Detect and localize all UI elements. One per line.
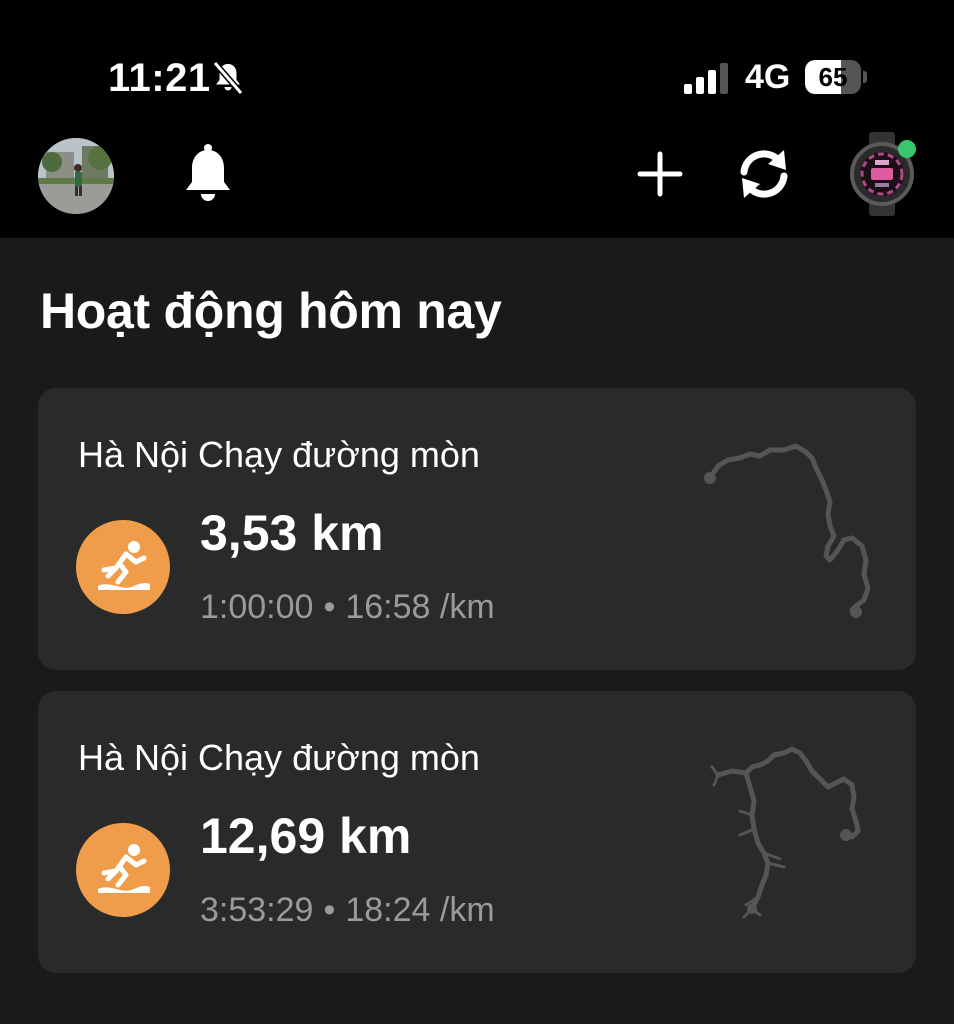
device-status-dot xyxy=(898,140,916,158)
plus-icon xyxy=(636,150,684,203)
battery-icon: 65 xyxy=(805,60,867,96)
page-title: Hoạt động hôm nay xyxy=(40,283,502,339)
activity-name: Hà Nội Chạy đường mòn xyxy=(78,737,480,778)
activity-stats: 1:00:00 • 16:58 /km xyxy=(200,588,495,627)
activity-pace: 16:58 /km xyxy=(345,588,495,626)
activity-duration: 3:53:29 xyxy=(200,891,314,929)
status-time: 11:21 xyxy=(108,56,211,100)
activity-distance: 12,69 km xyxy=(200,808,412,864)
add-activity-button[interactable] xyxy=(624,140,696,212)
bell-icon xyxy=(180,142,236,211)
activity-name: Hà Nội Chạy đường mòn xyxy=(78,434,480,475)
sync-button[interactable] xyxy=(728,140,800,212)
activity-distance: 3,53 km xyxy=(200,505,384,561)
activity-card[interactable]: Hà Nội Chạy đường mòn 3,53 km 1:00:00 • 16… xyxy=(38,388,916,670)
status-bar: 11:21 4G 65 xyxy=(0,0,954,120)
battery-level: 65 xyxy=(818,62,848,92)
activity-pace: 18:24 /km xyxy=(345,891,495,929)
trail-run-icon xyxy=(76,823,170,917)
signal-bars-icon xyxy=(682,62,732,94)
trail-run-icon xyxy=(76,520,170,614)
route-map xyxy=(688,731,888,931)
sync-icon xyxy=(732,146,796,207)
profile-avatar[interactable] xyxy=(38,138,114,214)
bell-slash-icon xyxy=(208,58,248,98)
main-content: Hoạt động hôm nay Hà Nội Chạy đường mòn … xyxy=(0,238,954,1024)
notifications-button[interactable] xyxy=(172,140,244,212)
network-type: 4G xyxy=(745,58,791,96)
activity-stats: 3:53:29 • 18:24 /km xyxy=(200,891,495,930)
app-header xyxy=(0,120,954,238)
separator: • xyxy=(323,891,336,929)
activity-duration: 1:00:00 xyxy=(200,588,314,626)
separator: • xyxy=(323,588,336,626)
activity-card[interactable]: Hà Nội Chạy đường mòn 12,69 km 3:53:29 • 1… xyxy=(38,691,916,973)
route-map xyxy=(688,428,888,628)
